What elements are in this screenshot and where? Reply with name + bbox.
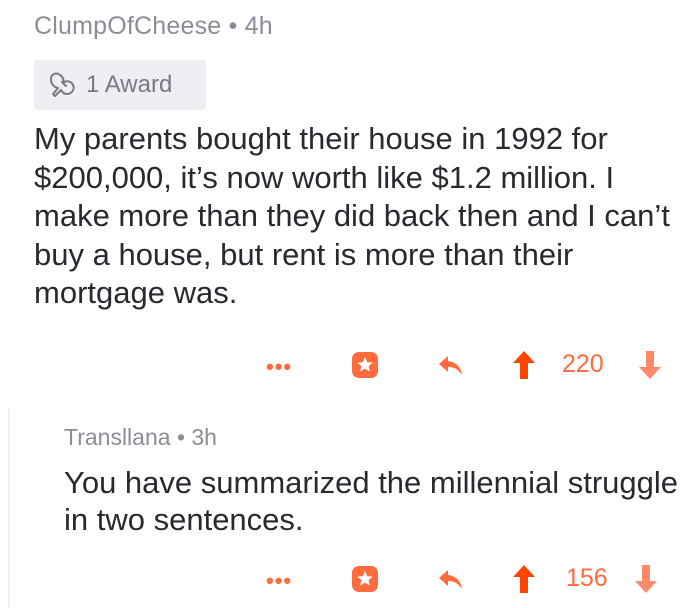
comment-age: 4h (244, 12, 273, 40)
comment-meta: ClumpOfCheese • 4h (34, 12, 273, 41)
reply-meta: Transllana • 3h (64, 424, 217, 451)
more-icon[interactable]: ••• (266, 354, 292, 380)
award-icon (50, 72, 75, 97)
reply-author[interactable]: Transllana (64, 424, 171, 450)
award-label: 1 Award (86, 71, 173, 98)
downvote-icon[interactable] (638, 350, 662, 380)
reply-actions: ••• 156 (0, 560, 700, 600)
comment-author[interactable]: ClumpOfCheese (34, 12, 221, 40)
award-chip[interactable]: 1 Award (34, 60, 206, 110)
reply-icon[interactable] (438, 354, 464, 378)
reply-age: 3h (191, 424, 217, 450)
vote-score: 156 (566, 564, 608, 592)
award-give-icon[interactable] (350, 564, 380, 594)
upvote-icon[interactable] (512, 564, 536, 594)
meta-separator: • (176, 424, 185, 450)
reply-icon[interactable] (438, 568, 464, 592)
comment-body: My parents bought their house in 1992 fo… (34, 121, 670, 310)
vote-score: 220 (562, 350, 604, 378)
upvote-icon[interactable] (512, 350, 536, 380)
more-icon[interactable]: ••• (266, 568, 292, 594)
award-give-icon[interactable] (350, 350, 380, 380)
reply-body: You have summarized the millennial strug… (64, 465, 679, 537)
comment-actions: ••• 220 (0, 346, 700, 386)
meta-separator: • (228, 12, 238, 40)
downvote-icon[interactable] (634, 564, 658, 594)
